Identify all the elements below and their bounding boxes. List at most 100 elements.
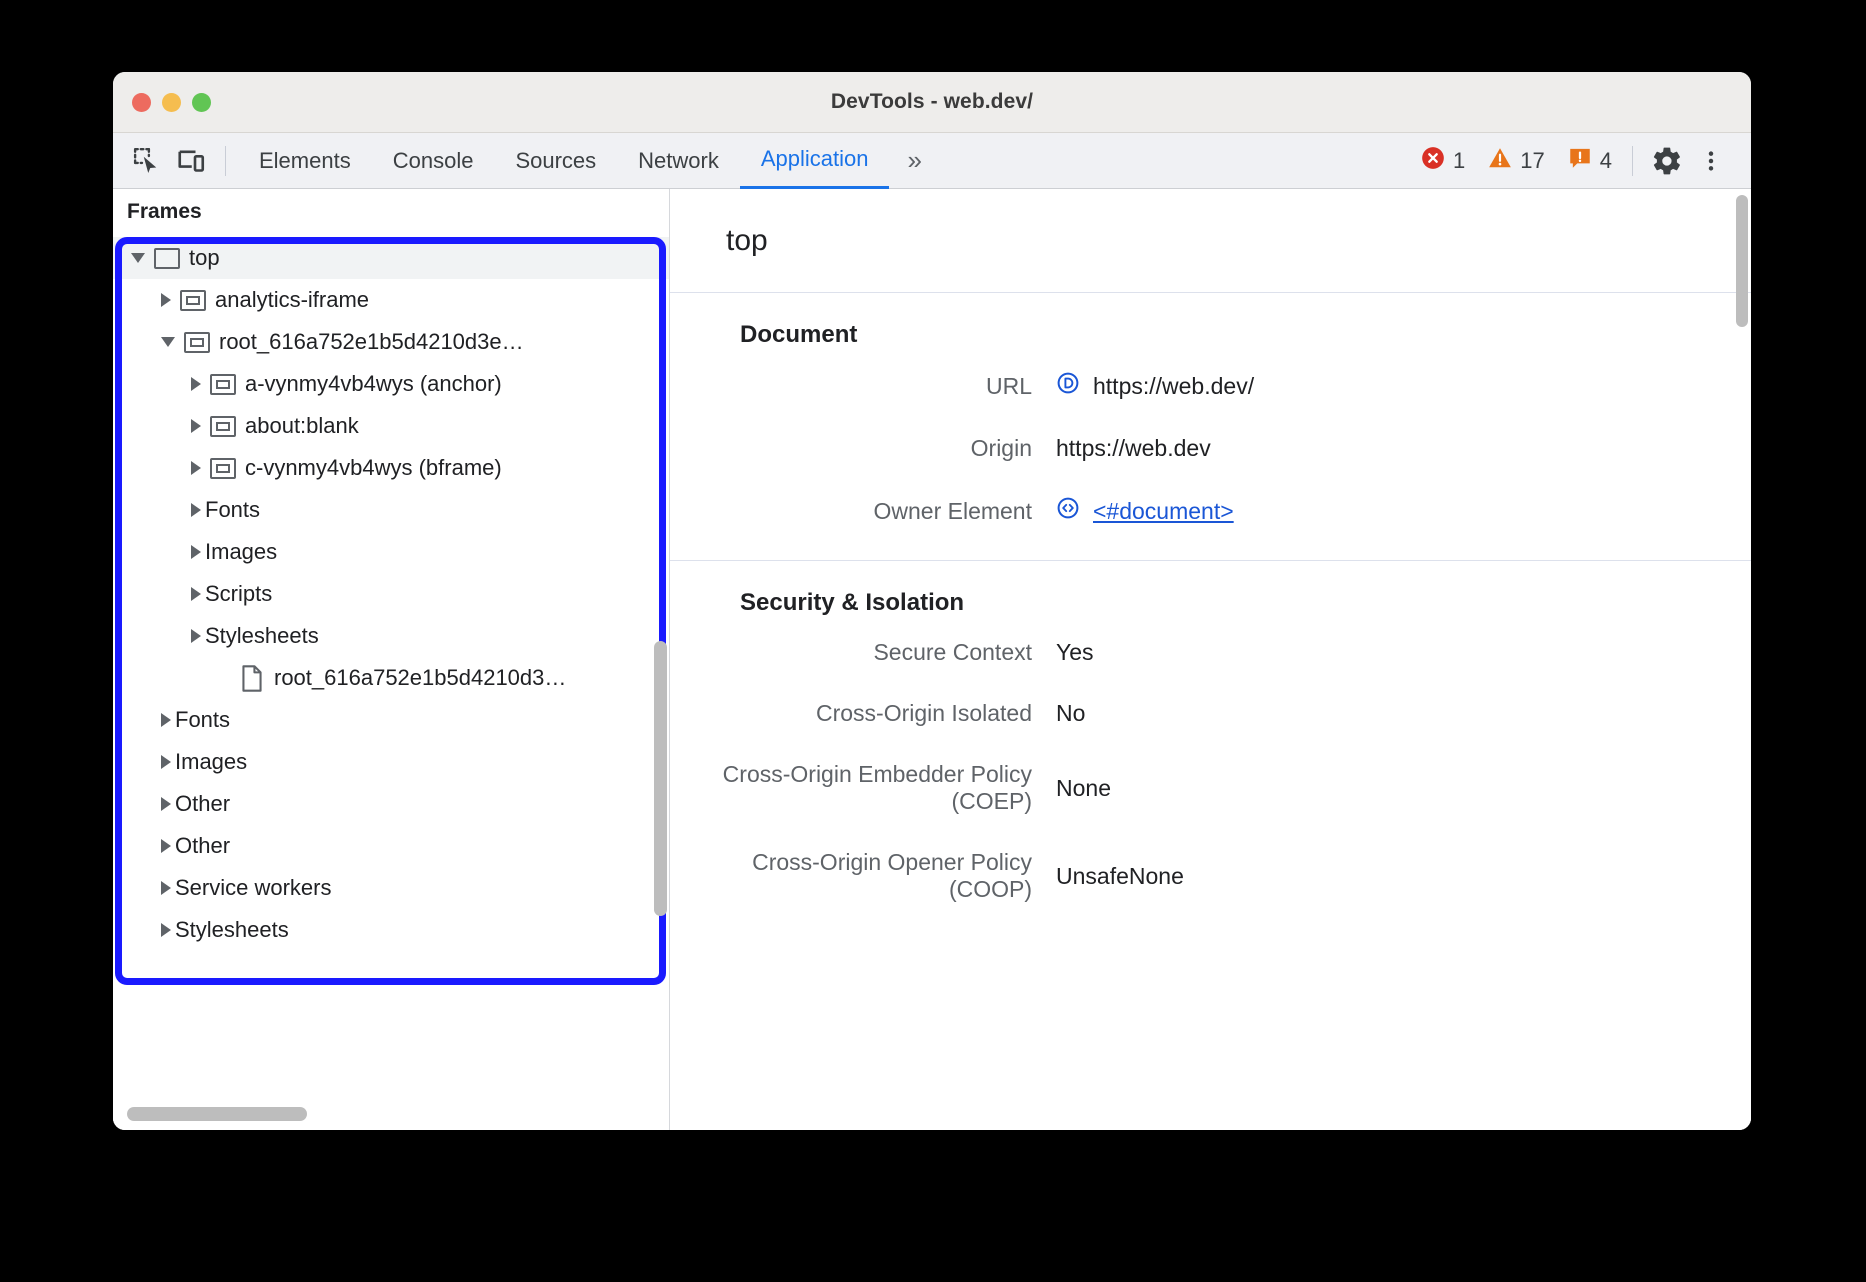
iframe-icon (210, 416, 236, 437)
tree-row[interactable]: c-vynmy4vb4wys (bframe) (113, 447, 669, 489)
detail-row-text: https://web.dev/ (1093, 373, 1254, 400)
detail-row-text: None (1056, 775, 1111, 802)
chevron-right-icon[interactable] (161, 797, 171, 811)
chevron-right-icon[interactable] (161, 755, 171, 769)
detail-row: Originhttps://web.dev (670, 435, 1751, 462)
gear-icon[interactable] (1645, 139, 1689, 183)
tree-row-label: Stylesheets (175, 917, 289, 943)
tree-row[interactable]: Service workers (113, 867, 669, 909)
chevron-right-icon[interactable] (191, 545, 201, 559)
detail-section: Security & IsolationSecure ContextYesCro… (670, 560, 1751, 903)
issue-counter[interactable]: 4 (1559, 145, 1620, 176)
iframe-icon (210, 458, 236, 479)
tree-row[interactable]: Fonts (113, 699, 669, 741)
tree-row[interactable]: about:blank (113, 405, 669, 447)
devtools-body: Frames topanalytics-iframeroot_616a752e1… (113, 189, 1751, 1130)
frames-pane-title: Frames (113, 189, 669, 235)
tab-elements[interactable]: Elements (238, 133, 372, 189)
chevron-right-icon[interactable] (191, 587, 201, 601)
toolbar-divider-2 (1632, 146, 1633, 176)
detail-row: Secure ContextYes (670, 639, 1751, 666)
detail-row-text: https://web.dev (1056, 435, 1211, 462)
tree-row-label: Scripts (205, 581, 272, 607)
tab-sources[interactable]: Sources (494, 133, 617, 189)
details-vertical-scrollbar[interactable] (1736, 195, 1748, 327)
detail-row-value: UnsafeNone (1056, 863, 1184, 890)
chevron-down-icon[interactable] (131, 253, 145, 263)
iframe-icon (184, 332, 210, 353)
chevron-right-icon[interactable] (161, 881, 171, 895)
screenshot-stage: DevTools - web.dev/ (0, 0, 1866, 1282)
chevron-right-icon[interactable] (191, 503, 201, 517)
frames-tree-scroll[interactable]: topanalytics-iframeroot_616a752e1b5d4210… (113, 235, 669, 975)
chevron-down-icon[interactable] (161, 337, 175, 347)
detail-row-value: <#document> (1056, 496, 1234, 526)
tree-row[interactable]: a-vynmy4vb4wys (anchor) (113, 363, 669, 405)
tab-application[interactable]: Application (740, 133, 890, 189)
error-counter[interactable]: 1 (1412, 145, 1473, 176)
tab-network[interactable]: Network (617, 133, 740, 189)
tree-row-label: Service workers (175, 875, 331, 901)
chevron-right-icon[interactable] (191, 629, 201, 643)
frames-horizontal-scrollbar[interactable] (127, 1107, 307, 1121)
warning-counter[interactable]: 17 (1479, 145, 1552, 176)
chevron-right-icon[interactable] (191, 419, 201, 433)
chevron-right-icon[interactable] (191, 461, 201, 475)
detail-row-value: None (1056, 775, 1111, 802)
tree-row-label: top (189, 245, 220, 271)
tree-row[interactable]: Images (113, 741, 669, 783)
detail-row-key: Origin (670, 435, 1056, 462)
issue-count: 4 (1600, 148, 1612, 174)
detail-row-link[interactable]: <#document> (1093, 498, 1234, 525)
iframe-icon (210, 374, 236, 395)
device-toolbar-icon[interactable] (169, 139, 213, 183)
tree-row-label: Images (205, 539, 277, 565)
detail-row-key: URL (670, 373, 1056, 400)
frame-details-sections: DocumentURLhttps://web.dev/Originhttps:/… (670, 293, 1751, 903)
detail-section: DocumentURLhttps://web.dev/Originhttps:/… (670, 293, 1751, 526)
tree-row[interactable]: Images (113, 531, 669, 573)
frame-details-pane: top DocumentURLhttps://web.dev/Originhtt… (670, 189, 1751, 1130)
tree-row[interactable]: analytics-iframe (113, 279, 669, 321)
frames-vertical-scrollbar[interactable] (654, 641, 667, 916)
warning-icon (1487, 145, 1513, 176)
tree-row[interactable]: Stylesheets (113, 909, 669, 951)
chevron-right-icon[interactable] (191, 377, 201, 391)
chevron-right-icon[interactable] (161, 293, 171, 307)
tree-row[interactable]: Other (113, 825, 669, 867)
detail-row: Cross-Origin Opener Policy (COOP)UnsafeN… (670, 849, 1751, 903)
tree-row[interactable]: Stylesheets (113, 615, 669, 657)
code-brackets-icon (1056, 496, 1080, 526)
chevron-right-icon[interactable] (161, 923, 171, 937)
tree-row-label: Fonts (175, 707, 230, 733)
tree-row[interactable]: root_616a752e1b5d4210d3… (113, 657, 669, 699)
detail-row: Owner Element<#document> (670, 496, 1751, 526)
tree-row[interactable]: Scripts (113, 573, 669, 615)
chevron-right-icon[interactable] (161, 839, 171, 853)
tree-row[interactable]: Other (113, 783, 669, 825)
frame-document-icon (1056, 371, 1080, 401)
more-tabs-button[interactable]: » (889, 133, 942, 189)
detail-row-key: Secure Context (670, 639, 1056, 666)
frames-tree: topanalytics-iframeroot_616a752e1b5d4210… (113, 235, 669, 951)
tree-row-label: Stylesheets (205, 623, 319, 649)
detail-row: Cross-Origin Embedder Policy (COEP)None (670, 761, 1751, 815)
tree-row-label: c-vynmy4vb4wys (bframe) (245, 455, 502, 481)
tree-row[interactable]: top (113, 237, 669, 279)
devtools-tabs: Elements Console Sources Network Applica… (238, 133, 943, 189)
tree-row-label: root_616a752e1b5d4210d3… (274, 665, 566, 691)
detail-row-key: Cross-Origin Embedder Policy (COEP) (670, 761, 1056, 815)
window-titlebar: DevTools - web.dev/ (113, 72, 1751, 133)
tab-console[interactable]: Console (372, 133, 495, 189)
tree-row[interactable]: Fonts (113, 489, 669, 531)
frame-icon (154, 248, 180, 269)
detail-row-value: Yes (1056, 639, 1094, 666)
chevron-right-icon[interactable] (161, 713, 171, 727)
more-vertical-icon[interactable] (1689, 139, 1733, 183)
detail-row-text: UnsafeNone (1056, 863, 1184, 890)
tree-row[interactable]: root_616a752e1b5d4210d3e… (113, 321, 669, 363)
detail-row-value: https://web.dev (1056, 435, 1211, 462)
inspect-element-icon[interactable] (125, 139, 169, 183)
toolbar-divider (225, 146, 226, 176)
detail-row-text: No (1056, 700, 1085, 727)
